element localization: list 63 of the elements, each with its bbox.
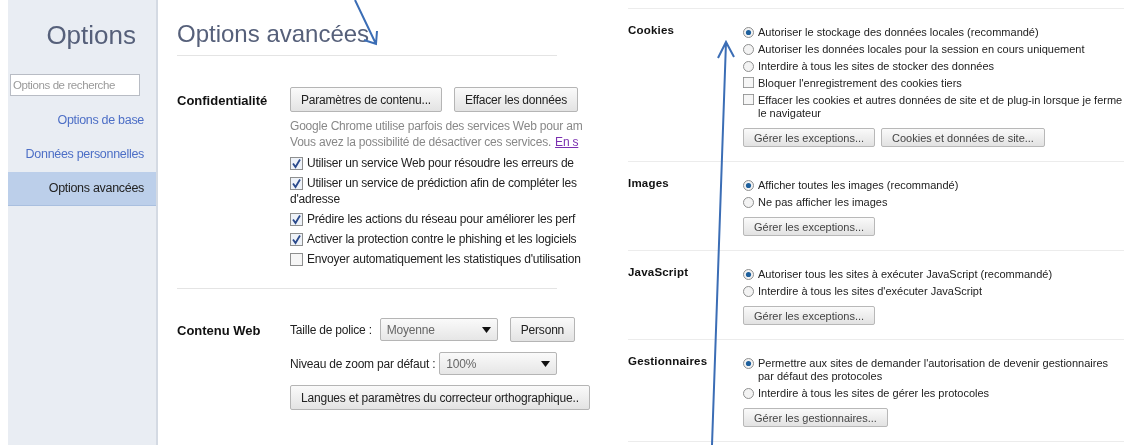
caret-icon [541, 360, 551, 367]
radio-button[interactable] [743, 269, 754, 280]
checkbox[interactable] [290, 232, 303, 246]
option-label: Interdire à tous les sites de gérer les protocoles [758, 387, 990, 400]
nav-item[interactable]: Options de base [8, 104, 156, 138]
customize-button[interactable]: Personn [509, 317, 576, 342]
search-field[interactable]: Options de recherche [10, 74, 140, 96]
radio-button[interactable] [743, 180, 754, 191]
checkbox-label: Activer la protection contre le phishing et les logiciels [307, 232, 577, 246]
option-label: Autoriser le stockage des données locales (recommandé) [758, 26, 1039, 39]
nav-item[interactable]: Données personnelles [8, 138, 156, 172]
option-label: Interdire à tous les sites d'exécuter JavaScript [758, 285, 983, 298]
checkbox-label: Prédire les actions du réseau pour améliorer les perf [307, 212, 576, 226]
section-label: Images [628, 177, 670, 191]
description-text: Vous avez la possibilité de désactiver ces services. [290, 134, 552, 150]
caret-icon [481, 326, 491, 333]
checkbox[interactable] [743, 77, 754, 88]
manage-button[interactable]: Gérer les exceptions... [743, 217, 876, 236]
manage-button[interactable]: Gérer les exceptions... [743, 128, 876, 147]
manage-button[interactable]: Gérer les gestionnaires... [743, 408, 888, 427]
radio-button[interactable] [743, 358, 754, 369]
manage-button[interactable]: Gérer les exceptions... [743, 306, 876, 325]
option-label: Afficher toutes les images (recommandé) [758, 179, 959, 192]
font-size-select[interactable]: Moyenne [379, 318, 498, 341]
option-label: Autoriser tous les sites à exécuter JavaScript (recommandé) [758, 268, 1053, 281]
checkbox[interactable] [743, 94, 754, 105]
field-label: Taille de police : [290, 322, 372, 337]
settings-button[interactable]: Effacer les données [453, 87, 578, 112]
checkbox[interactable] [290, 212, 303, 226]
section-label: JavaScript [628, 266, 690, 280]
description-text: Google Chrome utilise parfois des services Web pour am [290, 118, 583, 134]
sidebar-title: Options [45, 19, 137, 52]
page-title: Options avancées [177, 0, 557, 56]
option-label: Ne pas afficher les images [758, 196, 888, 209]
checkbox-label: Envoyer automatiquement les statistiques d'utilisation [307, 252, 581, 266]
radio-button[interactable] [743, 197, 754, 208]
option-label: Bloquer l'enregistrement des cookies tiers [758, 77, 962, 90]
settings-button[interactable]: Paramètres de contenu... [290, 87, 442, 112]
checkbox-label: d'adresse [290, 192, 341, 206]
field-label: Niveau de zoom par défaut : [290, 356, 436, 371]
section-label: Cookies [628, 24, 676, 38]
zoom-select[interactable]: 100% [439, 352, 558, 375]
learn-more-link[interactable]: En s [555, 135, 579, 149]
checkbox[interactable] [290, 252, 303, 266]
checkbox-label: Utiliser un service Web pour résoudre les erreurs de [307, 156, 574, 170]
languages-button[interactable]: Langues et paramètres du correcteur orthographique.. [290, 385, 590, 410]
nav-item[interactable]: Options avancées [8, 172, 156, 206]
radio-button[interactable] [743, 61, 754, 72]
option-label: Effacer les cookies et autres données de site et de plug-in lorsque je ferme le navigateur [758, 94, 1124, 120]
checkbox[interactable] [290, 176, 303, 190]
option-label: Autoriser les données locales pour la session en cours uniquement [758, 43, 1085, 56]
option-label: Permettre aux sites de demander l'autorisation de devenir gestionnaires par défaut des protocoles [758, 357, 1110, 383]
section-label: Confidentialité [177, 92, 269, 110]
radio-button[interactable] [743, 44, 754, 55]
option-label: Interdire à tous les sites de stocker des données [758, 60, 995, 73]
radio-button[interactable] [743, 388, 754, 399]
section-label: Contenu Web [177, 322, 262, 340]
radio-button[interactable] [743, 27, 754, 38]
checkbox-label: Utiliser un service de prédiction afin de compléter les [307, 176, 577, 190]
checkbox[interactable] [290, 156, 303, 170]
radio-button[interactable] [743, 286, 754, 297]
section-label: Gestionnaires [628, 355, 709, 369]
manage-button[interactable]: Cookies et données de site... [881, 128, 1045, 147]
